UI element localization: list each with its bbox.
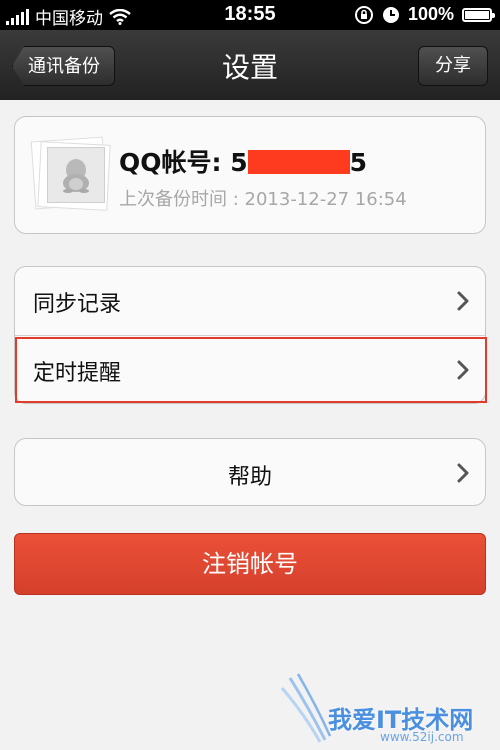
battery-icon	[462, 7, 495, 22]
watermark: 我爱IT技术网 www.52ij.com	[280, 670, 495, 748]
chevron-right-icon	[457, 291, 469, 311]
status-bar: 中国移动 18:55 100%	[0, 0, 500, 30]
help-button[interactable]: 帮助	[14, 438, 486, 506]
rotation-lock-icon	[354, 5, 373, 24]
highlight-box	[15, 337, 487, 403]
last-backup-time: 上次备份时间 : 2013-12-27 16:54	[119, 189, 407, 210]
qq-account-label: QQ帐号: 5 5	[119, 143, 367, 179]
battery-percent: 100%	[407, 4, 454, 24]
nav-bar: 通讯备份 设置 分享	[0, 30, 500, 100]
menu-item-label: 同步记录	[33, 292, 122, 317]
avatar-frame	[30, 136, 113, 211]
qq-account-prefix: QQ帐号: 5	[119, 148, 248, 177]
watermark-url: www.52ij.com	[380, 730, 464, 744]
alarm-icon	[382, 6, 399, 23]
account-card[interactable]: QQ帐号: 5 5 上次备份时间 : 2013-12-27 16:54	[14, 116, 486, 234]
help-label: 帮助	[227, 465, 272, 490]
menu-group: 同步记录 定时提醒	[14, 266, 487, 404]
redaction-bar	[247, 150, 350, 174]
share-button[interactable]: 分享	[418, 46, 488, 86]
logout-button[interactable]: 注销帐号	[14, 533, 486, 595]
avatar	[47, 147, 105, 203]
penguin-avatar-icon	[63, 159, 89, 193]
chevron-right-icon	[457, 463, 469, 483]
menu-item-sync-records[interactable]: 同步记录	[15, 267, 485, 336]
status-right: 100%	[354, 4, 495, 25]
battery-fill	[465, 10, 489, 19]
qq-account-suffix: 5	[349, 148, 368, 177]
